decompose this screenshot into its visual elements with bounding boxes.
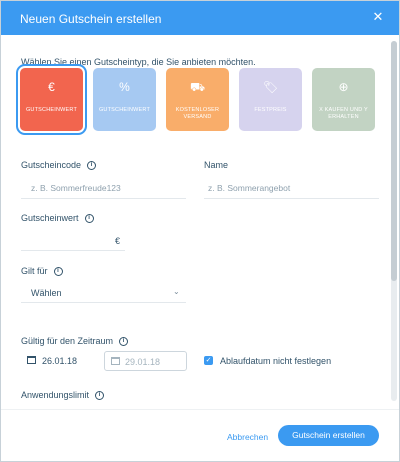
end-date-placeholder: 29.01.18	[125, 357, 161, 367]
info-icon[interactable]: i	[87, 161, 97, 171]
code-input[interactable]: z. B. Sommerfreude123	[31, 183, 121, 193]
voucher-type-value-percent[interactable]: % GUTSCHEINWERT	[93, 68, 156, 131]
voucher-type-list: € GUTSCHEINWERT % GUTSCHEINWERT ⛟ KOSTEN…	[16, 64, 375, 135]
gift-icon: ⊕	[338, 80, 349, 94]
period-label: Gültig für den Zeitraum i	[21, 336, 129, 347]
voucher-type-label: GUTSCHEINWERT	[98, 107, 151, 113]
voucher-type-label: GUTSCHEINWERT	[25, 107, 78, 113]
info-icon[interactable]: i	[95, 391, 105, 401]
valid-for-underline	[21, 302, 186, 303]
voucher-type-free-shipping[interactable]: ⛟ KOSTENLOSER VERSAND	[166, 68, 229, 131]
voucher-type-intro: Wählen Sie einen Gutscheintyp, die Sie a…	[21, 57, 256, 67]
end-date-field[interactable]: 29.01.18	[104, 351, 187, 371]
start-date[interactable]: 26.01.18	[42, 356, 77, 366]
period-label-text: Gültig für den Zeitraum	[21, 336, 114, 346]
voucher-type-label: KOSTENLOSER VERSAND	[175, 107, 220, 120]
chevron-down-icon[interactable]: ⌄	[173, 287, 180, 296]
usage-limit-label: Anwendungslimit i	[21, 390, 105, 401]
dialog-title: Neuen Gutschein erstellen	[20, 12, 162, 26]
usage-limit-label-text: Anwendungslimit	[21, 390, 90, 400]
voucher-type-label: FESTPREIS	[254, 107, 287, 113]
no-expiry-checkbox[interactable]: ✓	[204, 356, 213, 365]
value-currency: €	[115, 236, 121, 246]
code-label-text: Gutscheincode	[21, 160, 82, 170]
value-label: Gutscheinwert i	[21, 213, 94, 224]
scrollbar[interactable]	[391, 41, 397, 401]
dialog-header: Neuen Gutschein erstellen ✕	[1, 1, 399, 35]
value-label-text: Gutscheinwert	[21, 213, 79, 223]
voucher-type-value-euro[interactable]: € GUTSCHEINWERT	[16, 64, 87, 135]
cancel-button[interactable]: Abbrechen	[227, 432, 268, 442]
voucher-type-fixed-price[interactable]: 🏷 FESTPREIS	[239, 68, 302, 131]
create-voucher-dialog: Neuen Gutschein erstellen ✕ Wählen Sie e…	[0, 0, 400, 462]
percent-icon: %	[119, 80, 130, 94]
close-icon[interactable]: ✕	[371, 10, 385, 24]
value-input-underline[interactable]	[21, 250, 125, 251]
calendar-icon	[111, 357, 120, 365]
valid-for-select[interactable]: Wählen	[31, 288, 62, 298]
no-expiry-label: Ablaufdatum nicht festlegen	[220, 356, 332, 366]
create-voucher-button[interactable]: Gutschein erstellen	[278, 425, 379, 446]
info-icon[interactable]: i	[119, 337, 129, 347]
calendar-icon[interactable]	[27, 356, 36, 364]
name-label: Name	[204, 160, 229, 170]
truck-icon: ⛟	[189, 80, 206, 94]
tag-icon: 🏷	[262, 80, 279, 94]
info-icon[interactable]: i	[53, 267, 63, 277]
valid-for-label-text: Gilt für	[21, 266, 48, 276]
info-icon[interactable]: i	[84, 214, 94, 224]
voucher-type-label: X KAUFEN UND Y ERHALTEN	[319, 107, 368, 120]
euro-icon: €	[48, 80, 55, 94]
voucher-type-buy-x-get-y[interactable]: ⊕ X KAUFEN UND Y ERHALTEN	[312, 68, 375, 131]
scrollbar-thumb[interactable]	[391, 41, 397, 281]
name-input[interactable]: z. B. Sommerangebot	[208, 183, 290, 193]
code-input-underline	[21, 198, 186, 199]
footer-divider	[1, 409, 399, 410]
name-input-underline	[204, 198, 379, 199]
code-label: Gutscheincode i	[21, 160, 97, 171]
valid-for-label: Gilt für i	[21, 266, 63, 277]
